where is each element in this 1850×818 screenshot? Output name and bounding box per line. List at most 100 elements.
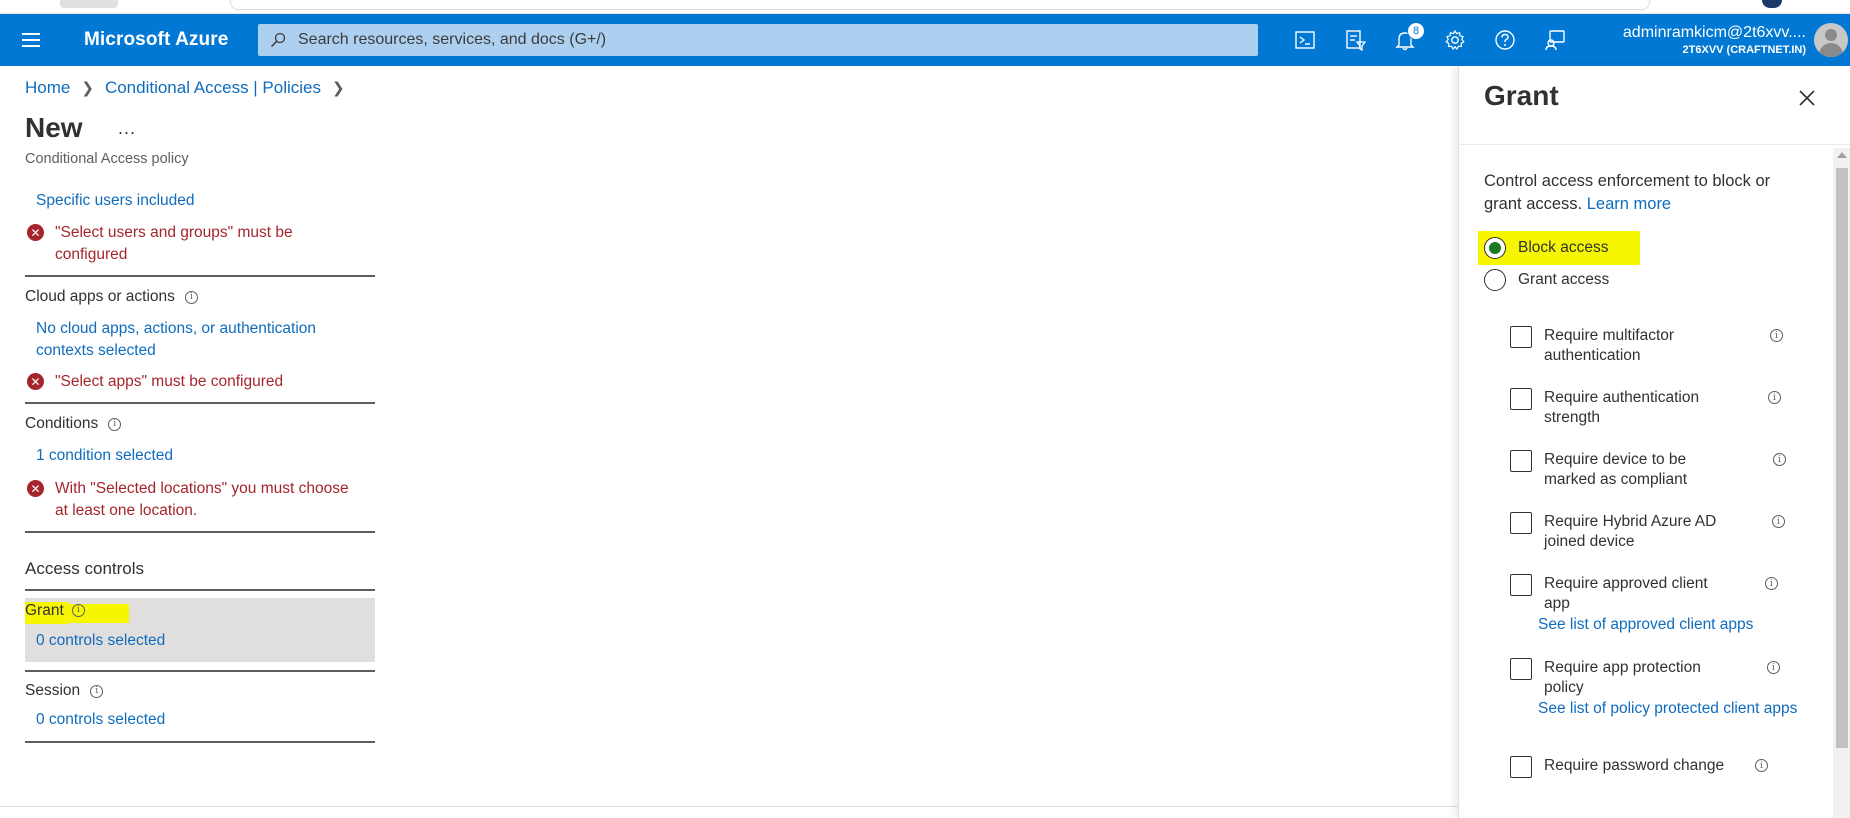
settings-icon[interactable] xyxy=(1430,14,1480,66)
error-icon: ✕ xyxy=(27,224,44,241)
global-search[interactable] xyxy=(258,24,1258,56)
notification-badge: 8 xyxy=(1407,22,1425,40)
block-access-option[interactable]: Block access xyxy=(1478,231,1640,265)
section-divider xyxy=(25,275,375,277)
account-name: adminramkicm@2t6xvv.... xyxy=(1622,24,1806,41)
chevron-right-icon: ❯ xyxy=(81,80,94,97)
section-divider xyxy=(25,531,375,533)
hybrid-joined-checkbox[interactable] xyxy=(1510,512,1532,534)
cloud-apps-heading: Cloud apps or actions i xyxy=(25,288,375,306)
panel-title: Grant xyxy=(1484,80,1559,111)
panel-scrollbar[interactable] xyxy=(1833,148,1850,818)
option-label: Require approved client app xyxy=(1544,575,1708,612)
browser-address-bar[interactable] xyxy=(230,0,1650,10)
browser-profile-icon[interactable] xyxy=(1762,0,1782,8)
breadcrumb-policies[interactable]: Conditional Access | Policies xyxy=(105,78,321,98)
grant-heading: Grant i xyxy=(25,602,375,624)
info-icon[interactable]: i xyxy=(1767,661,1780,674)
approved-apps-link[interactable]: See list of approved client apps xyxy=(1538,614,1798,636)
users-error: ✕ "Select users and groups" must be conf… xyxy=(25,222,375,266)
password-change-checkbox[interactable] xyxy=(1510,756,1532,778)
info-icon[interactable]: i xyxy=(1773,453,1786,466)
option-mfa[interactable]: Require multifactor authentication i xyxy=(1510,326,1810,366)
error-icon: ✕ xyxy=(27,480,44,497)
grant-access-radio[interactable] xyxy=(1484,269,1506,291)
conditions-heading: Conditions i xyxy=(25,415,375,433)
option-compliant-device[interactable]: Require device to be marked as compliant… xyxy=(1510,450,1810,490)
app-protection-checkbox[interactable] xyxy=(1510,658,1532,680)
option-password-change[interactable]: Require password change i xyxy=(1510,756,1810,778)
auth-strength-checkbox[interactable] xyxy=(1510,388,1532,410)
chevron-right-icon: ❯ xyxy=(332,80,345,97)
option-label: Require app protection policy xyxy=(1544,659,1701,696)
grant-panel: Grant Control access enforcement to bloc… xyxy=(1458,66,1850,818)
info-icon[interactable]: i xyxy=(184,290,198,304)
info-icon[interactable]: i xyxy=(90,684,104,698)
page-footer-divider xyxy=(0,806,1458,807)
learn-more-link[interactable]: Learn more xyxy=(1587,195,1671,213)
info-icon[interactable]: i xyxy=(1768,391,1781,404)
conditions-error-text: With "Selected locations" you must choos… xyxy=(55,480,349,519)
info-icon[interactable]: i xyxy=(1755,759,1768,772)
menu-icon[interactable] xyxy=(0,14,62,66)
users-error-text: "Select users and groups" must be config… xyxy=(55,224,293,263)
cloud-shell-icon[interactable] xyxy=(1280,14,1330,66)
option-label: Require authentication strength xyxy=(1544,389,1700,426)
conditions-error: ✕ With "Selected locations" you must cho… xyxy=(25,478,375,522)
help-icon[interactable] xyxy=(1480,14,1530,66)
brand-name[interactable]: Microsoft Azure xyxy=(84,29,258,51)
session-heading: Session i xyxy=(25,682,375,700)
info-icon[interactable]: i xyxy=(1772,515,1785,528)
feedback-icon[interactable] xyxy=(1530,14,1580,66)
session-label: Session xyxy=(25,682,81,699)
section-divider xyxy=(25,402,375,404)
option-hybrid-joined[interactable]: Require Hybrid Azure AD joined device i xyxy=(1510,512,1810,552)
error-icon: ✕ xyxy=(27,373,44,390)
option-label: Require password change xyxy=(1544,757,1725,774)
more-options-button[interactable]: ... xyxy=(118,118,136,139)
protected-apps-link[interactable]: See list of policy protected client apps xyxy=(1538,698,1798,720)
mfa-checkbox[interactable] xyxy=(1510,326,1532,348)
page-title: New xyxy=(25,112,83,143)
info-icon[interactable]: i xyxy=(1765,577,1778,590)
block-access-radio[interactable] xyxy=(1484,237,1506,259)
search-input[interactable] xyxy=(298,31,1198,49)
info-icon[interactable]: i xyxy=(1770,329,1783,342)
notifications-icon[interactable]: 8 xyxy=(1380,14,1430,66)
scroll-up-icon[interactable] xyxy=(1837,152,1847,158)
scroll-thumb[interactable] xyxy=(1836,168,1848,748)
conditions-label: Conditions xyxy=(25,415,99,432)
option-approved-app[interactable]: Require approved client app i xyxy=(1510,574,1810,614)
compliant-device-checkbox[interactable] xyxy=(1510,450,1532,472)
directory-filter-icon[interactable] xyxy=(1330,14,1380,66)
users-link[interactable]: Specific users included xyxy=(36,190,375,212)
avatar[interactable] xyxy=(1814,23,1848,57)
grant-label: Grant xyxy=(25,602,68,624)
close-icon[interactable] xyxy=(1793,84,1821,112)
account-menu[interactable]: adminramkicm@2t6xvv.... 2T6XVV (CRAFTNET… xyxy=(1606,24,1806,56)
account-tenant: 2T6XVV (CRAFTNET.IN) xyxy=(1682,44,1806,56)
cloud-apps-link[interactable]: No cloud apps, actions, or authenticatio… xyxy=(36,318,356,362)
session-link[interactable]: 0 controls selected xyxy=(36,709,375,731)
panel-divider xyxy=(1459,144,1850,145)
approved-app-checkbox[interactable] xyxy=(1510,574,1532,596)
grant-section[interactable]: Grant i 0 controls selected xyxy=(25,598,375,662)
breadcrumb-home[interactable]: Home xyxy=(25,78,70,98)
cloud-apps-error: ✕ "Select apps" must be configured xyxy=(25,371,375,393)
grant-access-option[interactable]: Grant access xyxy=(1484,269,1609,291)
info-icon[interactable]: i xyxy=(71,603,85,617)
grant-access-label: Grant access xyxy=(1518,271,1610,288)
access-controls-heading: Access controls xyxy=(25,559,145,578)
cloud-apps-label: Cloud apps or actions xyxy=(25,288,175,305)
option-auth-strength[interactable]: Require authentication strength i xyxy=(1510,388,1810,428)
portal-header: Microsoft Azure 8 adminramkicm@2t6xvv...… xyxy=(0,14,1850,66)
page-subtitle: Conditional Access policy xyxy=(25,151,189,167)
cloud-apps-error-text: "Select apps" must be configured xyxy=(55,373,284,390)
option-app-protection[interactable]: Require app protection policy i xyxy=(1510,658,1810,698)
section-divider xyxy=(25,741,375,743)
conditions-link[interactable]: 1 condition selected xyxy=(36,445,375,467)
info-icon[interactable]: i xyxy=(108,417,122,431)
grant-link[interactable]: 0 controls selected xyxy=(36,630,375,652)
block-access-label: Block access xyxy=(1518,239,1609,256)
browser-tab[interactable] xyxy=(60,0,118,8)
